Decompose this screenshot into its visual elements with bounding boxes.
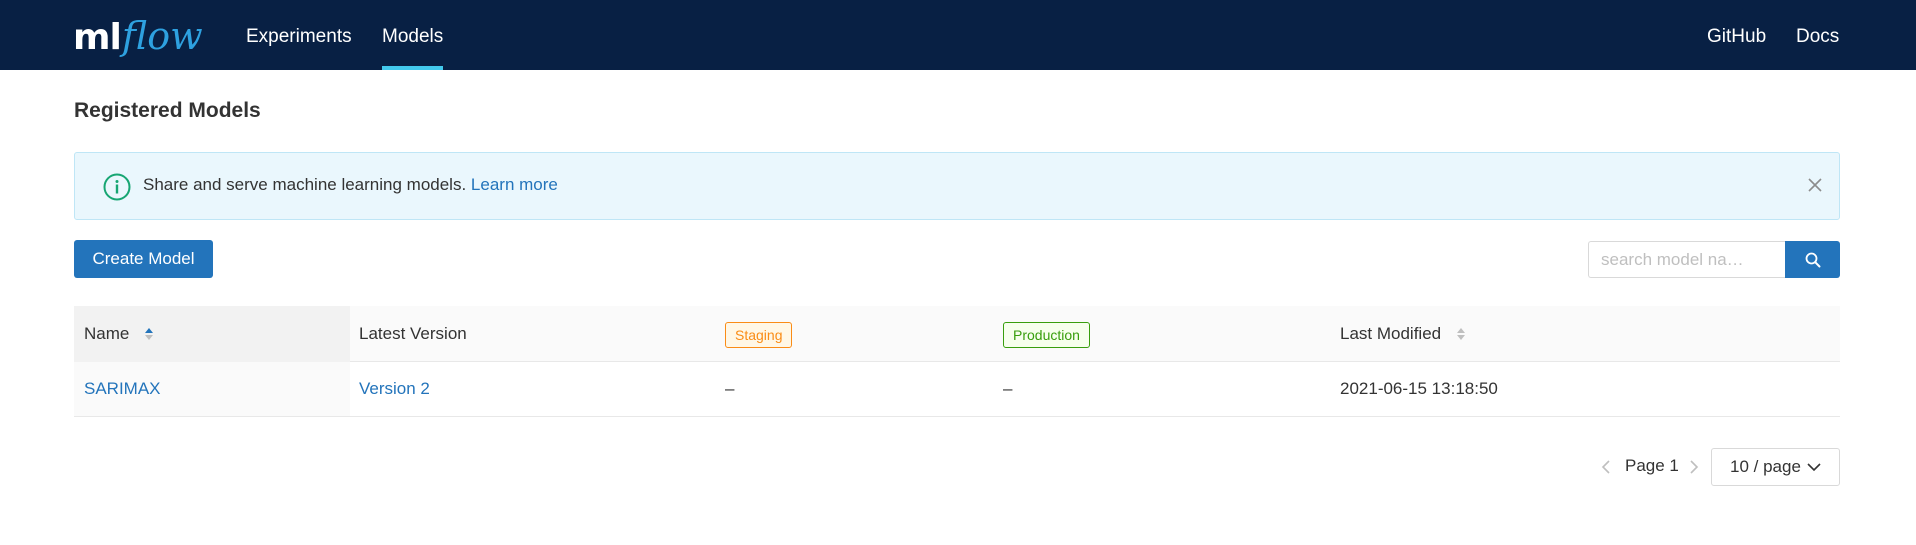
mlflow-logo[interactable]: ml flow [73,14,203,58]
column-header-production: Production [1003,306,1090,362]
column-header-name[interactable]: Name [84,306,154,362]
alert-text: Share and serve machine learning models. [143,175,467,194]
page-indicator: Page 1 [1625,456,1679,475]
production-value: – [1003,379,1013,398]
chevron-left-icon[interactable] [1598,455,1614,479]
column-header-staging: Staging [725,306,793,362]
column-header-last-modified[interactable]: Last Modified [1340,306,1466,362]
chevron-down-icon [1807,463,1821,472]
search-button[interactable] [1785,241,1840,278]
chevron-right-icon[interactable] [1686,455,1702,479]
close-icon[interactable] [1805,175,1825,195]
learn-more-link[interactable]: Learn more [471,175,558,194]
models-table: Name Latest Version Staging Production L… [74,306,1840,417]
staging-tag: Staging [725,321,793,348]
nav-models[interactable]: Models [382,0,444,70]
alert-message: Share and serve machine learning models.… [143,175,558,195]
search-icon [1805,252,1820,267]
column-name-label: Name [84,324,130,343]
table-header: Name Latest Version Staging Production L… [74,306,1840,362]
nav-github[interactable]: GitHub [1707,0,1766,70]
logo-flow-text: flow [121,14,203,58]
production-tag: Production [1003,321,1090,348]
nav-experiments[interactable]: Experiments [246,0,352,70]
info-alert: Share and serve machine learning models.… [74,152,1840,220]
page-title: Registered Models [74,99,261,122]
search-model-input[interactable] [1588,241,1786,278]
column-modified-label: Last Modified [1340,324,1442,343]
create-model-button[interactable]: Create Model [74,240,213,278]
model-name-link[interactable]: SARIMAX [84,362,161,416]
column-header-latest-version: Latest Version [359,324,467,343]
info-circle-icon [103,173,131,201]
logo-ml-text: ml [73,17,122,58]
table-row: SARIMAX Version 2 – – 2021-06-15 13:18:5… [74,362,1840,417]
latest-version-link[interactable]: Version 2 [359,362,430,416]
page-size-select[interactable]: 10 / page [1711,448,1840,486]
nav-docs[interactable]: Docs [1796,0,1839,70]
last-modified-value: 2021-06-15 13:18:50 [1340,379,1498,398]
sort-icon[interactable] [1456,327,1466,341]
page-size-value: 10 / page [1730,457,1801,476]
top-navbar: ml flow Experiments Models GitHub Docs [0,0,1916,70]
staging-value: – [725,379,735,398]
sort-ascending-icon[interactable] [144,327,154,341]
